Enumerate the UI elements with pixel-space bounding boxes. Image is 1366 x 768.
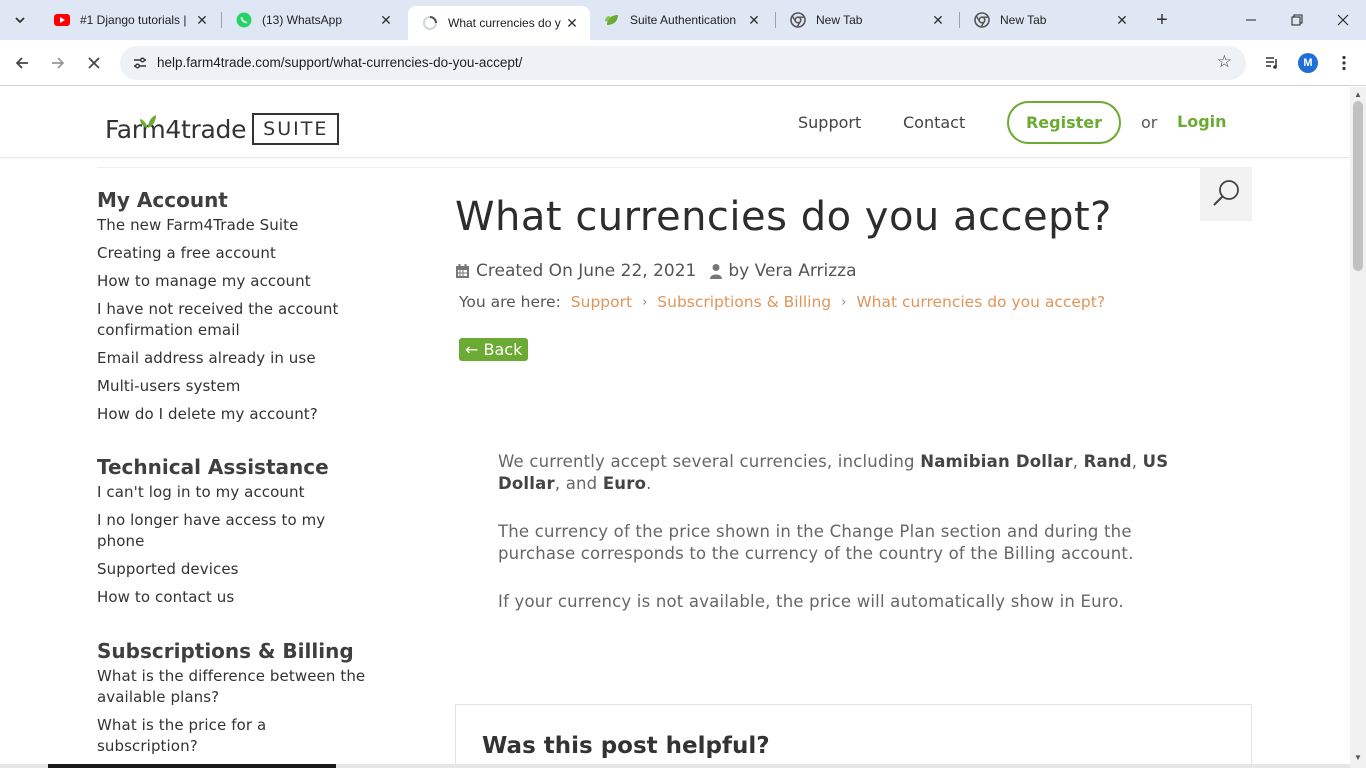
farm4trade-logo[interactable]: Farm4trade SUITE bbox=[105, 101, 340, 145]
scroll-down-arrow-icon[interactable]: ▼ bbox=[1354, 753, 1362, 762]
page-loading-fill bbox=[48, 764, 336, 768]
breadcrumb-item-current[interactable]: What currencies do you accept? bbox=[856, 293, 1105, 311]
content-divider bbox=[97, 167, 1252, 168]
page-loading-bar bbox=[0, 764, 1350, 768]
sidebar-link[interactable]: How to manage my account bbox=[97, 271, 397, 292]
leaf-icon bbox=[604, 12, 620, 28]
nav-support[interactable]: Support bbox=[798, 113, 861, 132]
sidebar-link[interactable]: Supported devices bbox=[97, 559, 397, 580]
back-button[interactable]: ← Back bbox=[459, 338, 529, 361]
sidebar-link[interactable]: Email address already in use bbox=[97, 348, 397, 369]
sidebar-section-subscriptions-billing: Subscriptions & Billing What is the diff… bbox=[97, 638, 397, 757]
chrome-icon bbox=[790, 12, 806, 28]
chrome-icon bbox=[974, 12, 990, 28]
sidebar-link[interactable]: I can't log in to my account bbox=[97, 482, 397, 503]
chevron-right-icon: › bbox=[841, 294, 847, 310]
feedback-title: Was this post helpful? bbox=[482, 733, 770, 759]
page-scrollbar[interactable]: ▲ ▼ bbox=[1350, 87, 1366, 768]
tab-search-chevron-icon[interactable] bbox=[8, 8, 32, 32]
login-link[interactable]: Login bbox=[1177, 112, 1227, 131]
window-close-icon[interactable] bbox=[1320, 0, 1366, 40]
browser-tab-newtab-2[interactable]: New Tab ✕ bbox=[960, 6, 1140, 34]
browser-tab-active[interactable]: What currencies do y ✕ bbox=[408, 6, 590, 40]
breadcrumb-label: You are here: bbox=[459, 293, 561, 311]
browser-tab-newtab-1[interactable]: New Tab ✕ bbox=[776, 6, 956, 34]
post-author: by Vera Arrizza bbox=[728, 261, 857, 281]
browser-menu-icon[interactable] bbox=[1331, 50, 1357, 76]
sidebar-link[interactable]: I no longer have access to my phone bbox=[97, 510, 347, 552]
close-tab-icon[interactable]: ✕ bbox=[194, 12, 210, 28]
close-tab-icon[interactable]: ✕ bbox=[746, 12, 762, 28]
profile-avatar[interactable]: M bbox=[1298, 53, 1318, 73]
register-button[interactable]: Register bbox=[1007, 101, 1121, 144]
chevron-right-icon: › bbox=[642, 294, 648, 310]
sidebar-link[interactable]: How to contact us bbox=[97, 587, 397, 608]
loading-icon bbox=[422, 15, 438, 31]
back-arrow-icon[interactable] bbox=[9, 50, 35, 76]
scroll-up-arrow-icon[interactable]: ▲ bbox=[1354, 90, 1362, 99]
close-tab-icon[interactable]: ✕ bbox=[378, 12, 394, 28]
whatsapp-icon bbox=[236, 12, 252, 28]
paragraph-fallback-euro: If your currency is not available, the p… bbox=[498, 592, 1124, 611]
calendar-icon bbox=[455, 263, 470, 279]
breadcrumb-item-subscriptions[interactable]: Subscriptions & Billing bbox=[657, 293, 831, 311]
address-bar[interactable]: help.farm4trade.com/support/what-currenc… bbox=[120, 46, 1246, 80]
close-tab-icon[interactable]: ✕ bbox=[564, 15, 580, 31]
or-text: or bbox=[1141, 113, 1158, 132]
post-title: What currencies do you accept? bbox=[455, 194, 1112, 240]
article-body: We currently accept several currencies, … bbox=[498, 451, 1178, 639]
new-tab-plus-icon[interactable]: + bbox=[1150, 8, 1174, 32]
post-meta: Created On June 22, 2021 by Vera Arrizza bbox=[455, 261, 1255, 281]
sidebar-section-technical-assistance: Technical Assistance I can't log in to m… bbox=[97, 454, 397, 608]
post-created-date: Created On June 22, 2021 bbox=[476, 261, 697, 281]
browser-tab-suite-auth[interactable]: Suite Authentication ✕ bbox=[590, 6, 772, 34]
leaf-icon bbox=[139, 105, 157, 135]
sidebar-heading: My Account bbox=[97, 188, 228, 212]
address-url[interactable]: help.farm4trade.com/support/what-currenc… bbox=[157, 55, 522, 70]
web-page: Farm4trade SUITE Support Contact Registe… bbox=[0, 87, 1350, 768]
sidebar-link[interactable]: I have not received the account confirma… bbox=[97, 299, 367, 341]
browser-toolbar: help.farm4trade.com/support/what-currenc… bbox=[0, 40, 1366, 86]
nav-contact[interactable]: Contact bbox=[903, 113, 965, 132]
sidebar-link[interactable]: Multi-users system bbox=[97, 376, 397, 397]
article: What currencies do you accept? Created O… bbox=[455, 187, 1255, 361]
sidebar-link[interactable]: What is the price for a subscription? bbox=[97, 715, 307, 757]
site-header: Farm4trade SUITE Support Contact Registe… bbox=[0, 87, 1350, 158]
sidebar-section-my-account: My Account The new Farm4Trade Suite Crea… bbox=[97, 187, 397, 425]
breadcrumb-item-support[interactable]: Support bbox=[571, 293, 632, 311]
close-tab-icon[interactable]: ✕ bbox=[1114, 12, 1130, 28]
help-sidebar: My Account The new Farm4Trade Suite Crea… bbox=[97, 187, 397, 757]
feedback-box: Was this post helpful? bbox=[455, 704, 1252, 768]
minimize-icon[interactable] bbox=[1228, 0, 1274, 40]
user-icon bbox=[710, 263, 723, 279]
site-settings-icon[interactable] bbox=[132, 55, 148, 71]
sidebar-heading: Subscriptions & Billing bbox=[97, 639, 354, 663]
sidebar-link[interactable]: How do I delete my account? bbox=[97, 404, 397, 425]
browser-tabstrip: #1 Django tutorials | ✕ (13) WhatsApp ✕ … bbox=[0, 0, 1366, 40]
scrollbar-thumb[interactable] bbox=[1353, 101, 1363, 271]
sidebar-link[interactable]: Creating a free account bbox=[97, 243, 397, 264]
paragraph-currencies: We currently accept several currencies, … bbox=[498, 452, 1169, 493]
logo-suite-box: SUITE bbox=[252, 113, 340, 145]
close-tab-icon[interactable]: ✕ bbox=[930, 12, 946, 28]
stop-loading-icon[interactable] bbox=[81, 50, 107, 76]
media-control-icon[interactable] bbox=[1259, 50, 1285, 76]
browser-tab-whatsapp[interactable]: (13) WhatsApp ✕ bbox=[222, 6, 404, 34]
browser-tab-django[interactable]: #1 Django tutorials | ✕ bbox=[40, 6, 220, 34]
forward-arrow-icon[interactable] bbox=[45, 50, 71, 76]
logo-wordmark: Farm4trade bbox=[105, 115, 246, 145]
bookmark-star-icon[interactable]: ☆ bbox=[1217, 52, 1232, 72]
youtube-icon bbox=[54, 12, 70, 28]
breadcrumb: You are here: Support › Subscriptions & … bbox=[459, 293, 1255, 311]
restore-icon[interactable] bbox=[1274, 0, 1320, 40]
sidebar-link[interactable]: What is the difference between the avail… bbox=[97, 666, 392, 708]
sidebar-link[interactable]: The new Farm4Trade Suite bbox=[97, 215, 397, 236]
paragraph-price-currency: The currency of the price shown in the C… bbox=[498, 522, 1134, 563]
sidebar-heading: Technical Assistance bbox=[97, 455, 329, 479]
